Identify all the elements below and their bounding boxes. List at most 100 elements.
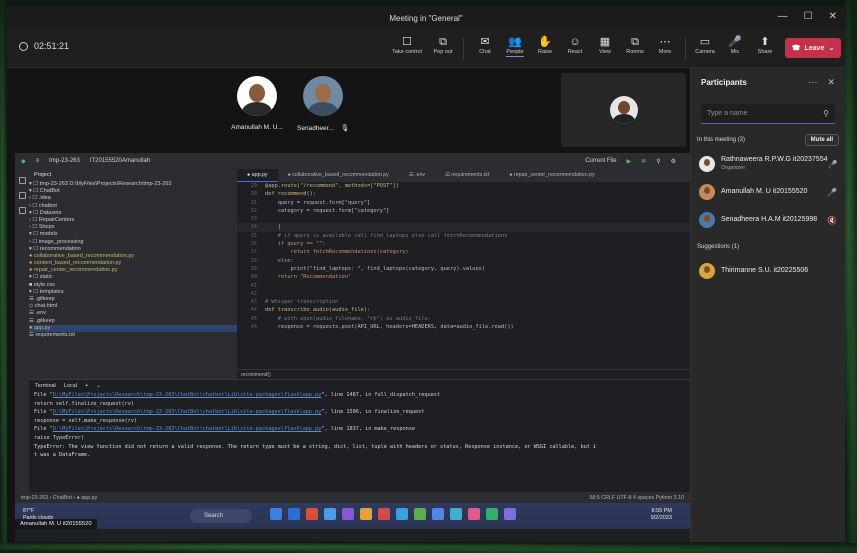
self-video-preview[interactable]	[561, 73, 686, 147]
raise-hand-button[interactable]: ✋ Raise	[529, 35, 561, 55]
tree-item[interactable]: ■ style.css	[29, 282, 237, 289]
suggestions-label[interactable]: Suggestions (1)	[697, 244, 739, 250]
taskbar-app-icon[interactable]	[324, 508, 336, 520]
participant-row[interactable]: Senadheera H.A.M it20125998 🔇	[691, 209, 845, 231]
taskbar-app-icon[interactable]	[360, 508, 372, 520]
participant-row[interactable]: Amanullah M. U it20155520 🎤	[691, 181, 845, 203]
folder-icon[interactable]	[18, 177, 26, 184]
tree-item[interactable]: ● app.py	[29, 324, 237, 332]
tree-item[interactable]: ▾ ☐ ChatBot	[29, 188, 237, 195]
hamburger-menu-icon[interactable]: ≡	[36, 158, 40, 164]
run-config[interactable]: Current File	[585, 158, 616, 164]
mic-button[interactable]: 🎤 Mic	[719, 35, 751, 55]
tree-item[interactable]: › ☐ RepairCenters	[29, 217, 237, 224]
tree-item[interactable]: ● collaborative_based_recommendation.py	[29, 253, 237, 260]
close-icon[interactable]: ✕	[829, 11, 837, 22]
react-button[interactable]: ☺ React	[559, 35, 591, 55]
take-control-button[interactable]: ☐ Take control	[391, 35, 423, 55]
editor-tab[interactable]: ● app.py	[237, 169, 278, 182]
tree-item[interactable]: ▾ ☐ recommendation	[29, 246, 237, 253]
camera-button[interactable]: ▭ Camera	[689, 35, 721, 55]
editor-tab[interactable]: ☰ .env	[399, 169, 435, 182]
ide-vcs-branch[interactable]: IT20155520Amanullah	[90, 158, 150, 164]
people-button[interactable]: 👥 People	[499, 35, 531, 57]
participant-tile[interactable]: Senadheer... 🎙	[291, 76, 355, 132]
rooms-button[interactable]: ⧉ Rooms	[619, 35, 651, 55]
tree-item[interactable]: › ☐ .idea	[29, 195, 237, 202]
tab-terminal[interactable]: Terminal	[35, 383, 56, 389]
tree-item[interactable]: › ☐ Shops	[29, 224, 237, 231]
muted-mic-icon[interactable]: 🔇	[827, 216, 837, 225]
participant-search-input[interactable]	[707, 110, 817, 117]
file-link[interactable]: D:\MyFiles\Projects\Research\tmp-23-263\…	[53, 426, 322, 432]
share-button[interactable]: ⬆ Share	[749, 35, 781, 55]
file-link[interactable]: D:\MyFiles\Projects\Research\tmp-23-263\…	[53, 392, 322, 398]
chat-button[interactable]: ✉ Chat	[469, 35, 501, 55]
taskbar-app-icon[interactable]	[396, 508, 408, 520]
tree-item[interactable]: ☰ requirements.txt	[29, 332, 237, 339]
minimize-icon[interactable]: —	[778, 11, 788, 22]
terminal-output[interactable]: File "D:\MyFiles\Projects\Research\tmp-2…	[29, 391, 690, 460]
taskbar-search[interactable]: Search	[190, 509, 252, 523]
editor-tab[interactable]: ☰ requirements.txt	[435, 169, 499, 182]
mic-icon[interactable]: 🎤	[827, 188, 837, 197]
tree-item[interactable]: ▾ ☐ Datasets	[29, 210, 237, 217]
editor-tab[interactable]: ● repair_center_recommendation.py	[499, 169, 604, 182]
taskbar-app-icon[interactable]	[288, 508, 300, 520]
taskbar-app-icon[interactable]	[342, 508, 354, 520]
taskbar-app-icon[interactable]	[414, 508, 426, 520]
tree-item[interactable]: ◇ chat.html	[29, 303, 237, 310]
leave-button[interactable]: ☎ Leave ⌄	[785, 38, 841, 58]
mute-all-button[interactable]: Mute all	[804, 134, 839, 146]
taskbar-app-icon[interactable]	[432, 508, 444, 520]
chevron-down-icon[interactable]: ⌄	[828, 44, 834, 52]
code-view[interactable]: 29 @app.route("/recommend", methods=["POS…	[237, 182, 690, 331]
tree-item[interactable]: ☰ .gitkeep	[29, 296, 237, 303]
tree-item[interactable]: ▾ ☐ static	[29, 274, 237, 281]
participant-tile[interactable]: Amanullah M. U...	[229, 76, 285, 131]
ide-project-name[interactable]: tmp-23-263	[49, 158, 80, 164]
view-button[interactable]: ▦ View	[589, 35, 621, 55]
editor-tab[interactable]: ● collaborative_based_recommendation.py	[278, 169, 399, 182]
more-button[interactable]: ⋯ More	[649, 35, 681, 55]
taskbar-app-icon[interactable]	[468, 508, 480, 520]
tree-item[interactable]: ● repair_center_recommendation.py	[29, 267, 237, 274]
tree-item[interactable]: ▾ ☐ models	[29, 231, 237, 238]
taskbar-app-icon[interactable]	[306, 508, 318, 520]
tree-item[interactable]: ▾ ☐ templates	[29, 289, 237, 296]
pop-out-button[interactable]: ⧉ Pop out	[427, 35, 459, 55]
gear-icon[interactable]: ⚙	[671, 158, 676, 165]
close-icon[interactable]: ✕	[827, 77, 835, 88]
taskbar-app-icon[interactable]	[378, 508, 390, 520]
tree-item[interactable]: › ☐ image_processing	[29, 239, 237, 246]
search-icon[interactable]: ⚲	[656, 158, 660, 165]
participant-row[interactable]: Thirimanne S.U. it20225506	[691, 260, 845, 282]
taskbar-app-icon[interactable]	[486, 508, 498, 520]
commit-icon[interactable]	[18, 192, 26, 199]
status-breadcrumb[interactable]: tmp-23-263 › ChatBot › ● app.py	[21, 495, 97, 501]
structure-icon[interactable]	[18, 207, 26, 214]
debug-icon[interactable]: ✲	[641, 158, 646, 165]
taskbar-app-icon[interactable]	[270, 508, 282, 520]
taskbar-app-icon[interactable]	[450, 508, 462, 520]
mic-icon[interactable]: 🎤	[828, 160, 838, 169]
in-meeting-label[interactable]: In this meeting (3)	[697, 137, 745, 143]
run-icon[interactable]: ▶	[627, 158, 632, 165]
search-icon[interactable]: ⚲	[823, 109, 829, 118]
file-link[interactable]: D:\MyFiles\Projects\Research\tmp-23-263\…	[53, 409, 322, 415]
tree-item[interactable]: ☰ .env	[29, 310, 237, 317]
tab-local[interactable]: Local	[64, 383, 77, 389]
more-options-icon[interactable]: ⋯	[808, 77, 817, 88]
taskbar-clock[interactable]: 8:55 PM 9/2/2023	[651, 508, 672, 522]
add-terminal-icon[interactable]: +	[85, 383, 88, 389]
chevron-down-icon[interactable]: ⌄	[96, 383, 101, 389]
maximize-icon[interactable]: ☐	[804, 11, 813, 22]
tree-item[interactable]: ▾ ☐ tmp-23-263 D:\MyFiles\Projects\Resea…	[29, 181, 237, 188]
tree-item[interactable]: ● content_based_recommendation.py	[29, 260, 237, 267]
participant-row[interactable]: Rathnaweera R.P.W.G it20237554 Organizer 🎤	[691, 153, 845, 175]
editor-breadcrumb[interactable]: recommend()	[237, 369, 690, 379]
project-panel-header[interactable]: Project	[29, 169, 237, 181]
taskbar-app-icon[interactable]	[504, 508, 516, 520]
tree-item[interactable]: ☰ .gitkeep	[29, 318, 237, 325]
tree-item[interactable]: › ☐ chatbot	[29, 203, 237, 210]
